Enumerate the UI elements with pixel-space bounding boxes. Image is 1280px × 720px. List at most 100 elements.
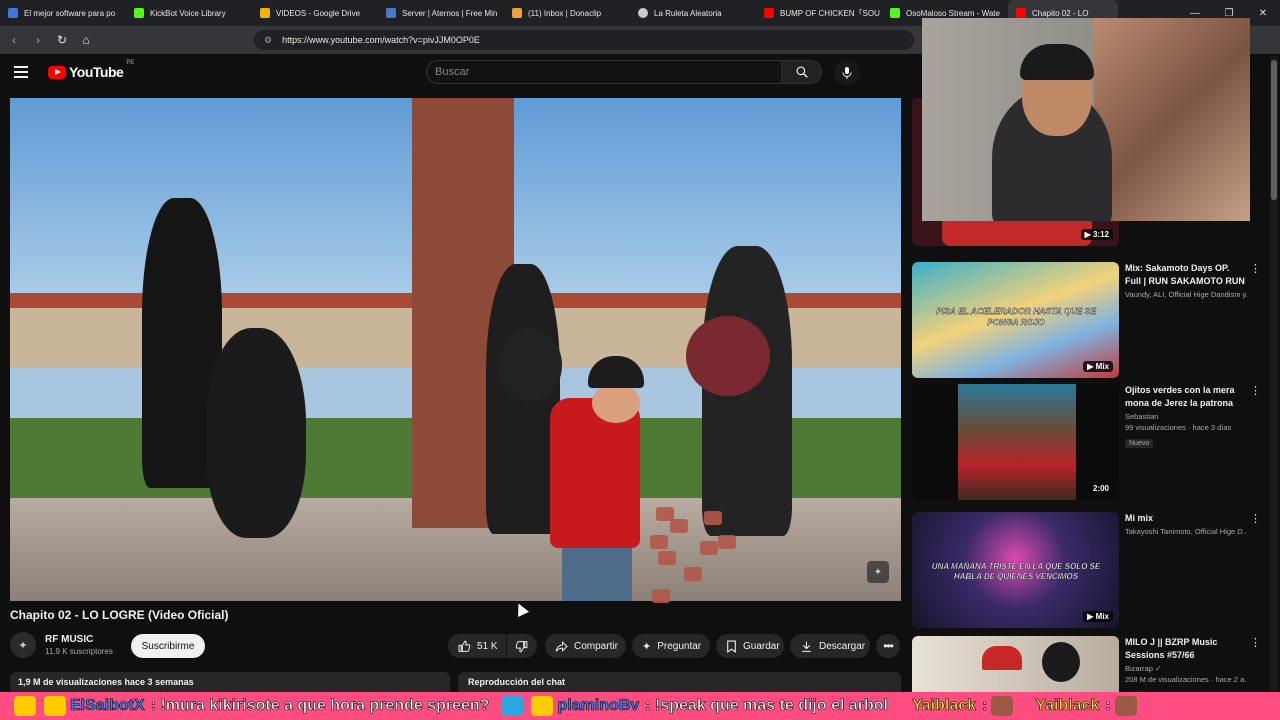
channel-avatar[interactable]: ✦: [10, 632, 36, 658]
more-vertical-icon[interactable]: ⋮: [1250, 386, 1261, 400]
site-info-icon[interactable]: ⚙: [264, 35, 272, 46]
subscribe-button[interactable]: Suscribirme: [131, 634, 205, 658]
like-count: 51 K: [477, 640, 498, 652]
download-label: Descargar: [819, 640, 866, 652]
drive-icon: [260, 8, 270, 18]
chat-username: ElSaibotX: [70, 697, 145, 715]
new-badge: Nuevo: [1125, 439, 1154, 448]
share-button[interactable]: Compartir: [545, 634, 626, 658]
recommendation-item[interactable]: MILO J || BZRP Music Sessions #57/66 Biz…: [910, 636, 1266, 692]
video-duration: ▶ 3:12: [1080, 229, 1113, 240]
chat-message: :: [1105, 697, 1111, 715]
recommendation-title[interactable]: MILO J || BZRP Music Sessions #57/66: [1125, 636, 1247, 662]
more-actions-button[interactable]: •••: [876, 634, 900, 658]
url-text: https://www.youtube.com/watch?v=pivJJM0O…: [282, 35, 480, 45]
video-duration: 2:00: [1088, 483, 1113, 494]
video-player[interactable]: ✦: [10, 98, 901, 601]
back-icon[interactable]: ‹: [4, 30, 24, 50]
verified-icon: ✓: [1155, 664, 1162, 673]
mouse-cursor-icon: [513, 601, 529, 617]
save-button[interactable]: Guardar: [716, 634, 784, 658]
mail-icon: [512, 8, 522, 18]
like-button[interactable]: 51 K: [448, 634, 506, 658]
address-bar[interactable]: ⚙ https://www.youtube.com/watch?v=pivJJM…: [254, 30, 914, 50]
emote-icon: [44, 696, 66, 716]
emote-icon: [1114, 696, 1137, 716]
dislike-button[interactable]: [507, 634, 537, 658]
video-thumbnail[interactable]: [912, 636, 1119, 692]
home-icon[interactable]: ⌂: [76, 30, 96, 50]
recommendation-channel: Bizarrap ✓: [1125, 664, 1162, 673]
recommendation-item[interactable]: UNA MAÑANA TRISTE EN LA QUE SOLO SE HABL…: [910, 512, 1266, 630]
reload-icon[interactable]: ↻: [52, 30, 72, 50]
minimize-icon[interactable]: —: [1178, 8, 1212, 19]
browser-tab-4[interactable]: Server | Aternos | Free Min: [378, 0, 504, 26]
more-vertical-icon[interactable]: ⋮: [1250, 638, 1261, 652]
logo-text: YouTube: [69, 64, 124, 80]
recommendation-item[interactable]: PISA EL ACELERADOR HASTA QUE SE PONGA RO…: [910, 262, 1266, 380]
subscriber-count: 11,9 K suscriptores: [45, 647, 113, 656]
tab-label: La Ruleta Aleatoria: [654, 8, 722, 18]
youtube-icon: [764, 8, 774, 18]
channel-info[interactable]: ✦ RF MUSIC 11,9 K suscriptores: [10, 632, 113, 658]
recommendation-meta: 99 visualizaciones · hace 3 días: [1125, 423, 1232, 432]
sparkle-icon: ✦: [642, 640, 652, 653]
recommendation-title[interactable]: Mix: Sakamoto Days OP. Full | RUN SAKAMO…: [1125, 262, 1247, 288]
download-icon: [802, 641, 811, 652]
video-thumbnail[interactable]: UNA MAÑANA TRISTE EN LA QUE SOLO SE HABL…: [912, 512, 1119, 628]
mix-icon: ▶: [1087, 362, 1096, 371]
browser-tab-5[interactable]: (11) Inbox | Donaclip: [504, 0, 630, 26]
chat-message: :: [982, 697, 988, 715]
browser-tab-3[interactable]: VIDEOS - Google Drive: [252, 0, 378, 26]
browser-tab-7[interactable]: BUMP OF CHICKEN「SOU: [756, 0, 882, 26]
tab-label: (11) Inbox | Donaclip: [528, 8, 602, 18]
more-vertical-icon[interactable]: ⋮: [1250, 514, 1261, 528]
microphone-icon: [842, 67, 852, 79]
emote-icon: [14, 696, 36, 716]
tab-label: El mejor software para po: [24, 8, 116, 18]
browser-tab-6[interactable]: La Ruleta Aleatoria: [630, 0, 756, 26]
tab-label: BUMP OF CHICKEN「SOU: [780, 8, 880, 18]
recommendation-title[interactable]: Mi mix: [1125, 512, 1247, 525]
recommendation-item[interactable]: 2:00 Ojitos verdes con la mera mona de J…: [910, 384, 1266, 502]
search-icon: [795, 66, 808, 78]
recommendation-channel: Takayoshi Tanimoto, Official Hige D...: [1125, 527, 1247, 536]
tab-label: Server | Aternos | Free Min: [402, 8, 498, 18]
close-icon[interactable]: ✕: [1246, 8, 1280, 19]
browser-tab-2[interactable]: KickBot Voice Library: [126, 0, 252, 26]
ask-button[interactable]: ✦ Preguntar: [632, 634, 710, 658]
channel-watermark-icon[interactable]: ✦: [867, 561, 889, 583]
forward-icon[interactable]: ›: [28, 30, 48, 50]
chat-replay-header[interactable]: Reproducción del chat: [458, 672, 901, 692]
video-thumbnail[interactable]: 2:00: [912, 384, 1119, 500]
hamburger-menu-icon[interactable]: [14, 62, 34, 82]
search-button[interactable]: [782, 60, 822, 84]
thumbs-up-icon: [458, 640, 471, 652]
tab-label: KickBot Voice Library: [150, 8, 226, 18]
recommendation-channel: Sebastian: [1125, 412, 1159, 421]
channel-name[interactable]: RF MUSIC: [45, 634, 113, 645]
description-box[interactable]: 1,9 M de visualizaciones hace 3 semanas: [10, 672, 450, 692]
chat-username: Yaiblack: [911, 697, 977, 715]
more-vertical-icon[interactable]: ⋮: [1250, 264, 1261, 278]
search-input[interactable]: [435, 66, 781, 78]
download-button[interactable]: Descargar: [790, 634, 870, 658]
emote-icon: [501, 696, 524, 716]
youtube-logo[interactable]: YouTube PE: [48, 60, 134, 80]
search-field[interactable]: [426, 60, 782, 84]
voice-search-button[interactable]: [834, 60, 860, 86]
webcam-overlay: [922, 18, 1250, 221]
chat-message: : !mura kikirisote a que hora prende spr…: [150, 697, 490, 715]
bookmark-icon: [727, 640, 736, 653]
restore-icon[interactable]: ❐: [1212, 8, 1246, 19]
thumbs-down-icon: [515, 640, 528, 652]
emote-overlay: [650, 505, 740, 605]
thumbnail-caption: PISA EL ACELERADOR HASTA QUE SE PONGA RO…: [936, 306, 1096, 327]
mix-badge: ▶ Mix: [1083, 361, 1113, 372]
recommendation-title[interactable]: Ojitos verdes con la mera mona de Jerez …: [1125, 384, 1247, 410]
video-thumbnail[interactable]: PISA EL ACELERADOR HASTA QUE SE PONGA RO…: [912, 262, 1119, 378]
thumbnail-caption: UNA MAÑANA TRISTE EN LA QUE SOLO SE HABL…: [931, 562, 1101, 581]
youtube-play-icon: [48, 65, 66, 79]
browser-tab-1[interactable]: El mejor software para po: [0, 0, 126, 26]
page-scrollbar[interactable]: [1270, 56, 1278, 692]
